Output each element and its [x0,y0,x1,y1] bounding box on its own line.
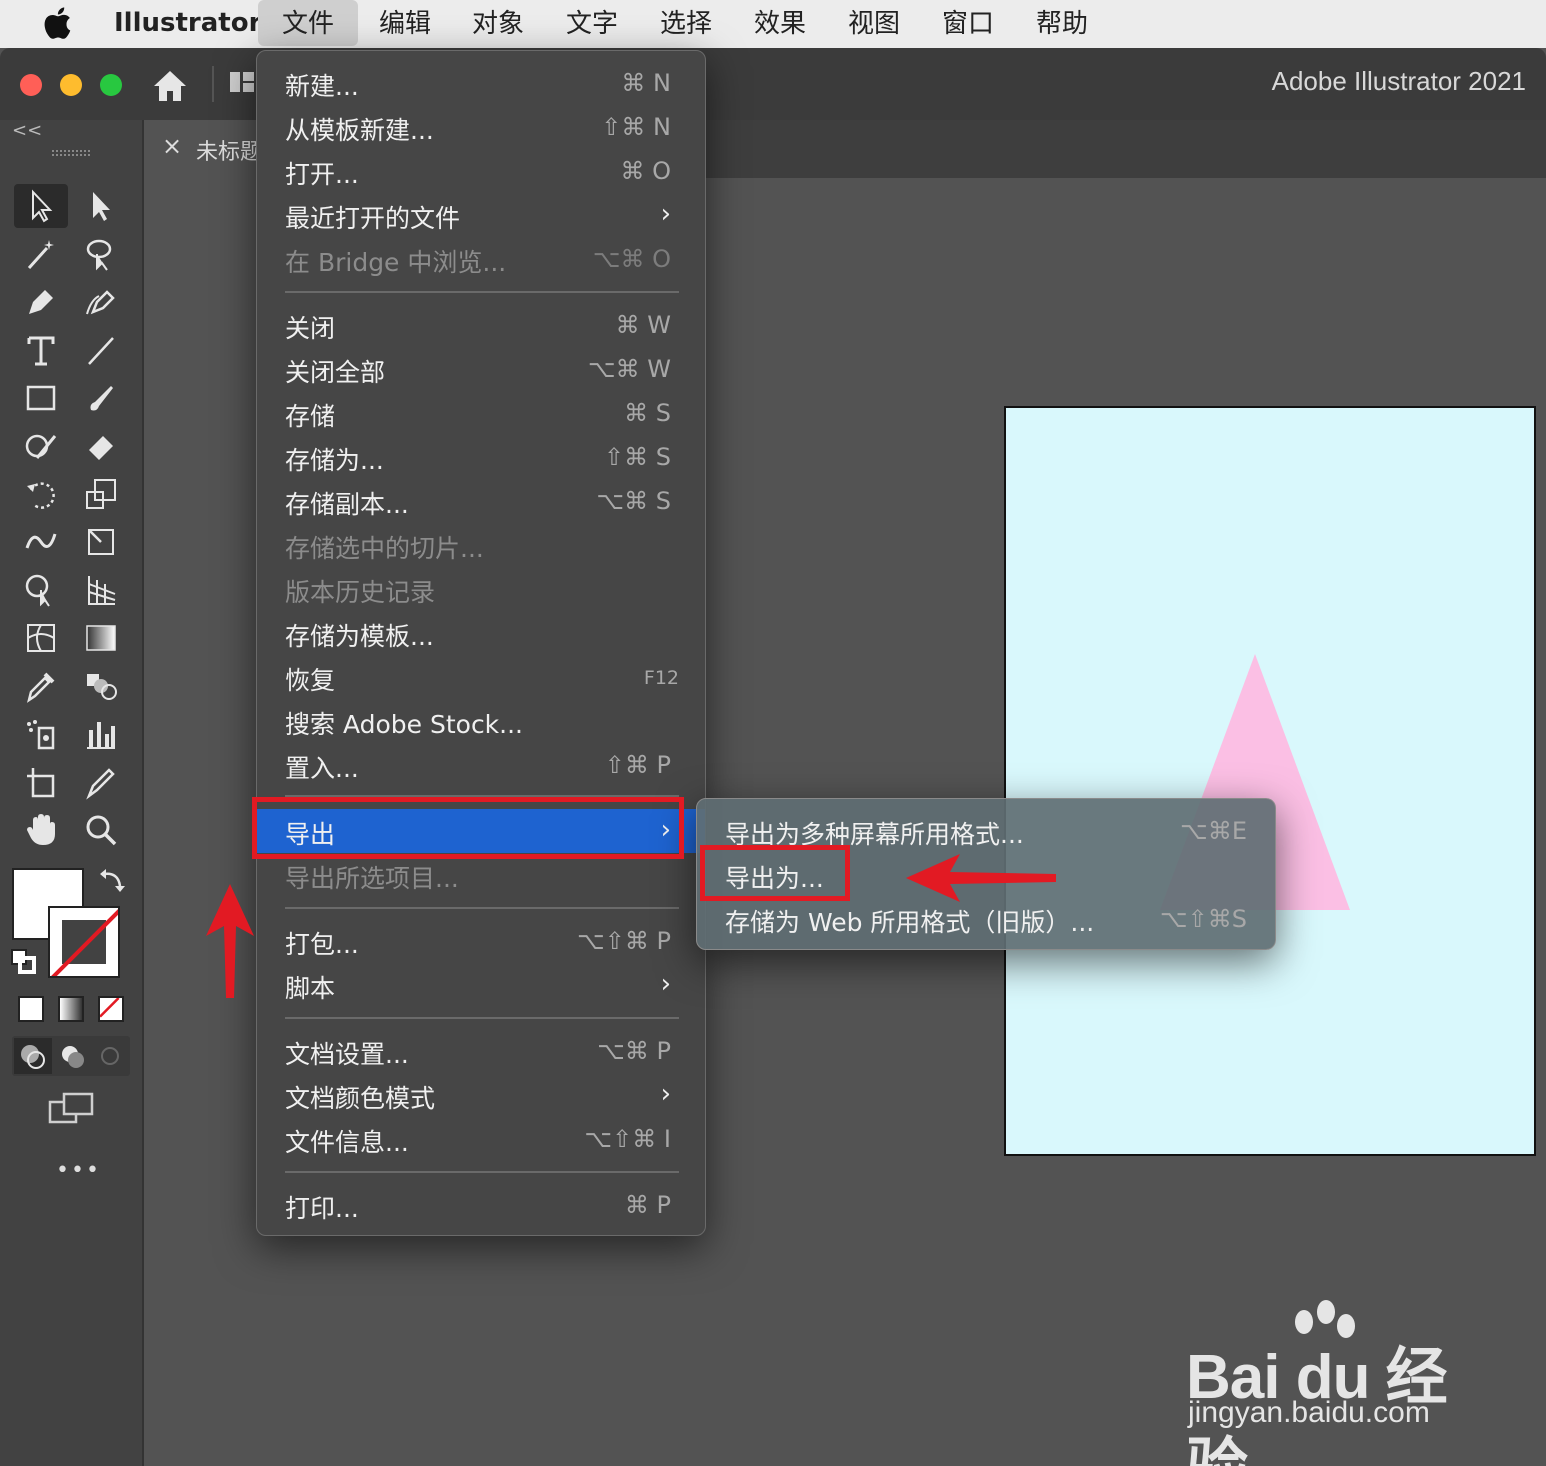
menu-separator [285,291,679,293]
menu-item-document-setup[interactable]: 文档设置... ⌥⌘ P [257,1029,705,1073]
export-highlight-box [252,797,684,859]
menu-item-close-all[interactable]: 关闭全部 ⌥⌘ W [257,347,705,391]
minimize-window-button[interactable] [60,74,82,96]
zoom-tool-icon[interactable] [74,808,128,852]
perspective-grid-tool-icon[interactable] [74,568,128,612]
menu-separator [285,907,679,909]
menu-select[interactable]: 选择 [636,0,736,48]
panel-grip[interactable] [52,150,90,156]
stroke-color-swatch[interactable] [48,906,120,978]
curvature-tool-icon[interactable] [74,280,128,324]
menu-item-export-selection: 导出所选项目... [285,864,459,893]
artboard-tool-icon[interactable] [14,760,68,804]
menu-item-open[interactable]: 打开... ⌘ O [257,149,705,193]
shaper-tool-icon[interactable] [14,424,68,468]
collapse-panel-icon[interactable]: << [12,120,42,141]
direct-selection-tool-icon[interactable] [74,184,128,228]
menu-view[interactable]: 视图 [824,0,924,48]
menu-separator [285,1171,679,1173]
menu-item-revert[interactable]: 恢复 F12 [257,655,705,699]
gradient-mode-button[interactable] [58,996,84,1022]
menu-type[interactable]: 文字 [542,0,642,48]
mesh-tool-icon[interactable] [14,616,68,660]
left-arrow-annotation-icon [906,854,1056,902]
menu-edit[interactable]: 编辑 [355,0,455,48]
pen-tool-icon[interactable] [14,280,68,324]
rotate-tool-icon[interactable] [14,472,68,516]
apple-logo-icon[interactable] [42,6,72,40]
home-icon[interactable] [150,66,190,106]
eraser-tool-icon[interactable] [74,424,128,468]
macos-menu-bar: Illustrator 文件 编辑 对象 文字 选择 效果 视图 窗口 帮助 [0,0,1546,48]
export-as-highlight-box [700,845,850,901]
selection-tool-icon[interactable] [14,184,68,228]
width-tool-icon[interactable] [14,520,68,564]
workspace-switcher-icon[interactable] [228,70,256,94]
free-transform-tool-icon[interactable] [74,520,128,564]
menu-item-open-recent[interactable]: 最近打开的文件 › [257,193,705,237]
edit-toolbar-button[interactable]: ••• [56,1158,101,1183]
scale-tool-icon[interactable] [74,472,128,516]
line-segment-tool-icon[interactable] [74,328,128,372]
app-menu-name[interactable]: Illustrator [114,8,261,38]
type-tool-icon[interactable] [14,328,68,372]
none-mode-button[interactable] [98,996,124,1022]
menu-item-file-info[interactable]: 文件信息... ⌥⇧⌘ I [257,1117,705,1161]
menu-effect[interactable]: 效果 [730,0,830,48]
menu-item-save[interactable]: 存储 ⌘ S [257,391,705,435]
menu-item-save-selected-slices: 存储选中的切片... [285,534,484,563]
menu-window[interactable]: 窗口 [918,0,1018,48]
document-tab[interactable]: × 未标题 [148,120,268,178]
menu-item-place[interactable]: 置入... ⇧⌘ P [257,743,705,787]
symbol-sprayer-tool-icon[interactable] [14,712,68,756]
close-window-button[interactable] [20,74,42,96]
menu-item-save-copy[interactable]: 存储副本... ⌥⌘ S [257,479,705,523]
menu-help[interactable]: 帮助 [1012,0,1112,48]
menu-item-package[interactable]: 打包... ⌥⇧⌘ P [257,919,705,963]
submenu-chevron-icon: › [660,1079,671,1109]
up-arrow-annotation-icon [206,884,254,998]
menu-item-browse-in-bridge: 在 Bridge 中浏览... ⌥⌘ O [285,245,671,277]
submenu-chevron-icon: › [660,969,671,999]
shape-builder-tool-icon[interactable] [14,568,68,612]
menu-item-save-as-template[interactable]: 存储为模板... [257,611,705,655]
menu-separator [285,1017,679,1019]
menu-item-version-history: 版本历史记录 [285,578,436,607]
menu-item-close[interactable]: 关闭 ⌘ W [257,303,705,347]
magic-wand-tool-icon[interactable] [14,232,68,276]
slice-tool-icon[interactable] [74,760,128,804]
gradient-tool-icon[interactable] [74,616,128,660]
rectangle-tool-icon[interactable] [14,376,68,420]
paintbrush-tool-icon[interactable] [74,376,128,420]
eyedropper-tool-icon[interactable] [14,664,68,708]
document-tab-name: 未标题 [196,140,263,165]
menu-item-new-from-template[interactable]: 从模板新建... ⇧⌘ N [257,105,705,149]
draw-mode-buttons[interactable] [12,1036,130,1076]
submenu-chevron-icon: › [660,199,671,229]
menu-item-search-adobe-stock[interactable]: 搜索 Adobe Stock... [257,699,705,743]
close-tab-icon[interactable]: × [162,132,182,160]
default-fill-stroke-icon[interactable] [10,948,38,976]
menu-item-save-as[interactable]: 存储为... ⇧⌘ S [257,435,705,479]
window-title: Adobe Illustrator 2021 [1271,66,1526,96]
lasso-tool-icon[interactable] [74,232,128,276]
menu-item-document-color-mode[interactable]: 文档颜色模式 › [257,1073,705,1117]
menu-item-print[interactable]: 打印... ⌘ P [257,1183,705,1227]
blend-tool-icon[interactable] [74,664,128,708]
swap-fill-stroke-icon[interactable] [98,866,128,896]
baidu-jingyan-watermark: Bai du 经验 jingyan.baidu.com [1186,1300,1486,1466]
watermark-url: jingyan.baidu.com [1188,1396,1430,1429]
color-mode-button[interactable] [18,996,44,1022]
menu-item-scripts[interactable]: 脚本 › [257,963,705,1007]
menu-object[interactable]: 对象 [448,0,548,48]
column-graph-tool-icon[interactable] [74,712,128,756]
menu-item-new[interactable]: 新建... ⌘ N [257,61,705,105]
menu-file[interactable]: 文件 [258,0,359,46]
zoom-window-button[interactable] [100,74,122,96]
title-divider [212,66,214,102]
hand-tool-icon[interactable] [14,808,68,852]
file-menu-dropdown: 新建... ⌘ N 从模板新建... ⇧⌘ N 打开... ⌘ O 最近打开的文件 › … [256,50,706,1236]
screen-mode-icon[interactable] [48,1090,96,1126]
